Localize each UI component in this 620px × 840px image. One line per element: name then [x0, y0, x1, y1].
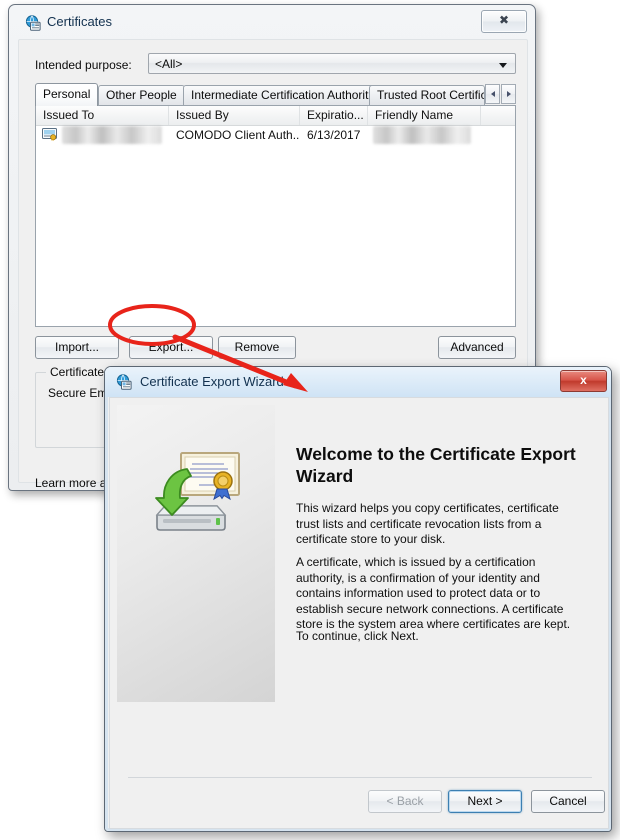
- back-button[interactable]: < Back: [368, 790, 442, 813]
- column-header-friendly-name[interactable]: Friendly Name: [368, 106, 481, 125]
- column-header-issued-to[interactable]: Issued To: [36, 106, 169, 125]
- column-header-issued-by[interactable]: Issued By: [169, 106, 300, 125]
- cell-friendly-name: Yuliya Sadikova: [373, 126, 471, 144]
- intended-purpose-combobox[interactable]: <All>: [148, 53, 516, 74]
- cell-issued-to: Yuliya Sadikova: [62, 126, 162, 144]
- cell-expiration-date: 6/13/2017: [307, 128, 361, 142]
- certificates-listview[interactable]: Issued To Issued By Expiratio... Friendl…: [35, 105, 516, 327]
- certificate-globe-icon: [116, 374, 133, 391]
- wizard-title: Certificate Export Wizard: [140, 374, 284, 389]
- close-button[interactable]: ✖: [481, 10, 527, 33]
- screenshot-root: Certificates ✖ Intended purpose: <All> P…: [0, 0, 620, 840]
- wizard-paragraph-1: This wizard helps you copy certificates,…: [296, 501, 559, 546]
- tab-scroll-left-button[interactable]: [485, 84, 500, 104]
- certificate-icon: [42, 128, 57, 141]
- chevron-down-icon: [499, 63, 507, 68]
- advanced-button[interactable]: Advanced: [438, 336, 516, 359]
- cancel-button[interactable]: Cancel: [531, 790, 605, 813]
- certificate-globe-icon: [25, 15, 42, 32]
- column-header-expiration[interactable]: Expiratio...: [300, 106, 368, 125]
- arrow-right-icon: [506, 91, 511, 97]
- certificates-titlebar: Certificates ✖: [9, 5, 535, 39]
- remove-button[interactable]: Remove: [218, 336, 296, 359]
- next-button[interactable]: Next >: [448, 790, 522, 813]
- wizard-footer-separator: [128, 777, 592, 778]
- tab-personal[interactable]: Personal: [35, 83, 99, 106]
- close-icon: x: [580, 373, 587, 387]
- wizard-paragraph-2: A certificate, which is issued by a cert…: [296, 555, 571, 631]
- wizard-client-area: Welcome to the Certificate Export Wizard…: [109, 397, 609, 829]
- wizard-heading: Welcome to the Certificate Export Wizard: [296, 444, 576, 486]
- wizard-paragraph-3: To continue, click Next.: [296, 629, 419, 643]
- cell-issued-by: COMODO Client Auth...: [176, 128, 300, 142]
- tab-trusted-root-certification[interactable]: Trusted Root Certification: [369, 85, 485, 105]
- intended-purpose-value: <All>: [155, 57, 183, 71]
- arrow-left-icon: [490, 91, 495, 97]
- wizard-titlebar: Certificate Export Wizard x: [105, 367, 611, 397]
- wizard-banner: [117, 405, 275, 702]
- listview-header: Issued To Issued By Expiratio... Friendl…: [36, 106, 515, 126]
- tab-scroll-right-button[interactable]: [501, 84, 516, 104]
- tab-strip: Personal Other People Intermediate Certi…: [35, 83, 516, 106]
- certificate-export-wizard-dialog: Certificate Export Wizard x Welcome to t…: [104, 366, 612, 832]
- column-header-spacer[interactable]: [481, 106, 515, 125]
- certificate-to-disk-icon: [143, 451, 247, 537]
- wizard-close-button[interactable]: x: [560, 370, 607, 392]
- tab-other-people[interactable]: Other People: [98, 85, 185, 105]
- close-icon: ✖: [498, 13, 510, 27]
- export-button[interactable]: Export...: [129, 336, 213, 359]
- certificates-title: Certificates: [47, 14, 113, 29]
- intended-purpose-label: Intended purpose:: [35, 58, 132, 72]
- tab-intermediate-certification-authorities[interactable]: Intermediate Certification Authorities: [183, 85, 392, 105]
- table-row[interactable]: Yuliya Sadikova COMODO Client Auth... 6/…: [36, 126, 515, 144]
- import-button[interactable]: Import...: [35, 336, 119, 359]
